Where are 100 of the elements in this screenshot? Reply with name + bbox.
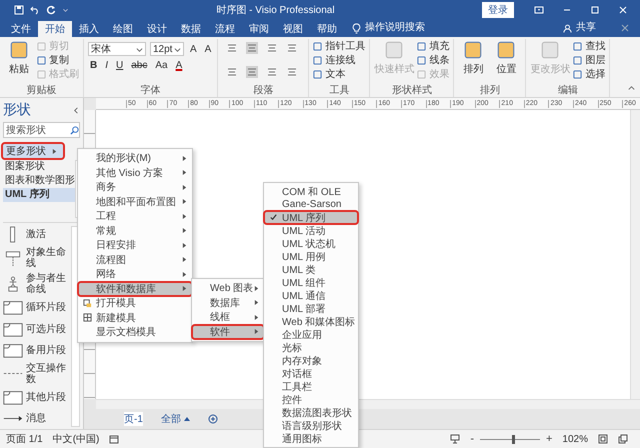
redo-icon[interactable] <box>46 5 56 15</box>
menu-item[interactable]: 软件 <box>192 324 264 339</box>
menu-item[interactable]: 网络 <box>78 267 192 282</box>
menu-item[interactable]: 新建模具 <box>78 310 192 325</box>
fragment-shape-icon[interactable] <box>3 320 23 338</box>
ribbon-tab[interactable]: 流程 <box>208 21 242 37</box>
person-icon[interactable] <box>563 23 572 34</box>
ribbon-button[interactable]: 图层 <box>573 53 606 67</box>
menu-item[interactable]: 显示文档模具 <box>78 325 192 340</box>
font-name-field[interactable]: 宋体 <box>88 42 146 56</box>
ribbon-button[interactable]: 排列 <box>458 39 488 85</box>
ribbon-tab[interactable]: 插入 <box>72 21 106 37</box>
ribbon-tab[interactable]: 审阅 <box>242 21 276 37</box>
format-button[interactable]: A <box>174 60 184 71</box>
menu-item[interactable]: 我的形状(M) <box>78 151 192 166</box>
collapse-icon[interactable] <box>73 106 80 114</box>
align-lines-icon[interactable] <box>246 66 258 78</box>
menu-item[interactable]: Gane-Sarson <box>264 198 358 211</box>
ribbon-display-icon[interactable] <box>534 5 544 15</box>
ribbon-button[interactable]: 文本 <box>313 67 366 81</box>
format-button[interactable]: U <box>114 60 126 71</box>
menu-item[interactable]: 软件和数据库 <box>78 282 192 296</box>
menu-item[interactable]: UML 状态机 <box>264 237 358 250</box>
switch-windows-icon[interactable] <box>618 434 628 444</box>
undo-icon[interactable] <box>30 5 40 15</box>
menu-item[interactable]: UML 用例 <box>264 250 358 263</box>
search-field[interactable]: 搜索形状 <box>3 122 80 138</box>
fit-page-icon[interactable] <box>598 434 608 444</box>
menu-item[interactable]: 打开模具 <box>78 296 192 310</box>
menu-item[interactable]: Web 图表 <box>192 281 264 296</box>
add-page-icon[interactable] <box>208 414 218 424</box>
menu-item[interactable]: 数据库 <box>192 296 264 310</box>
ribbon-button[interactable]: 选择 <box>573 67 606 81</box>
menu-item[interactable]: UML 部署 <box>264 302 358 315</box>
stencil-item[interactable]: UML 序列 <box>3 188 75 202</box>
menu-item[interactable]: COM 和 OLE <box>264 185 358 198</box>
scrollbar[interactable] <box>630 110 640 399</box>
menu-item[interactable]: 企业应用 <box>264 328 358 341</box>
menu-item[interactable]: UML 序列 <box>264 211 358 224</box>
ribbon-tab[interactable]: 数据 <box>174 21 208 37</box>
page-indicator[interactable]: 页面 1/1 <box>6 432 43 446</box>
presentation-icon[interactable] <box>450 434 460 444</box>
format-button[interactable]: Aa <box>153 60 170 71</box>
ribbon-button[interactable]: 查找 <box>573 39 606 53</box>
menu-item[interactable]: UML 活动 <box>264 224 358 237</box>
slider-thumb[interactable] <box>512 434 515 444</box>
menu-item[interactable]: 对话框 <box>264 367 358 380</box>
menu-item[interactable]: UML 组件 <box>264 276 358 289</box>
ribbon-button[interactable]: 指针工具 <box>313 39 366 53</box>
menu-item[interactable]: 日程安排 <box>78 238 192 252</box>
save-icon[interactable] <box>14 5 24 15</box>
zoom-in-button[interactable]: + <box>546 433 552 445</box>
menu-item[interactable]: 控件 <box>264 393 358 406</box>
menu-item[interactable]: 内存对象 <box>264 354 358 367</box>
close-icon[interactable] <box>620 23 630 33</box>
align-lines-icon[interactable] <box>226 42 238 54</box>
page-tab[interactable]: 全部 <box>160 412 190 426</box>
ribbon-button[interactable]: 位置 <box>491 39 522 85</box>
zoom-level[interactable]: 102% <box>562 434 588 444</box>
fragment-shape-icon[interactable] <box>3 299 23 316</box>
lightbulb-icon[interactable] <box>352 23 361 34</box>
ribbon-button[interactable]: 线条 <box>417 53 450 67</box>
ribbon-button[interactable]: 填充 <box>417 39 450 53</box>
menu-item[interactable]: 常规 <box>78 224 192 238</box>
search-icon[interactable] <box>70 126 79 134</box>
format-button[interactable]: abc <box>129 60 150 71</box>
ribbon-tab[interactable]: 绘图 <box>106 21 140 37</box>
menu-item[interactable]: Web 和媒体图标 <box>264 315 358 328</box>
menu-item[interactable]: 商务 <box>78 180 192 194</box>
menu-item[interactable]: 其他 Visio 方案 <box>78 166 192 180</box>
language-indicator[interactable]: 中文(中国) <box>52 432 100 446</box>
align-lines-icon[interactable] <box>286 66 298 78</box>
stencil-item[interactable]: 图表和数学图形 <box>3 174 75 188</box>
lifeline-shape-icon[interactable] <box>3 250 23 267</box>
fragment-shape-icon[interactable] <box>3 388 23 406</box>
menu-item[interactable]: 工程 <box>78 209 192 224</box>
menu-item[interactable]: 数据流图表形状 <box>264 406 358 419</box>
font-size-button[interactable]: A <box>202 44 214 54</box>
align-lines-icon[interactable] <box>226 66 238 78</box>
align-lines-icon[interactable] <box>266 66 278 78</box>
ribbon-tab[interactable]: 视图 <box>276 21 310 37</box>
macro-icon[interactable] <box>109 434 120 444</box>
font-size-button[interactable]: A <box>188 44 199 54</box>
menu-item[interactable]: 语言级别形状 <box>264 419 358 432</box>
menu-item[interactable]: 地图和平面布置图 <box>78 194 192 209</box>
stencil-item[interactable]: 图案形状 <box>3 160 75 174</box>
tell-me-search[interactable]: 操作说明搜索 <box>365 20 425 34</box>
more-shapes-button[interactable]: 更多形状 <box>3 144 63 158</box>
ribbon-button[interactable]: 连接线 <box>313 53 366 67</box>
maximize-icon[interactable] <box>590 5 600 15</box>
align-lines-icon[interactable] <box>286 42 298 54</box>
zoom-out-button[interactable]: - <box>470 433 474 445</box>
menu-item[interactable]: 工具栏 <box>264 380 358 393</box>
menu-item[interactable]: 线框 <box>192 310 264 324</box>
format-button[interactable]: I <box>103 60 110 71</box>
font-size-field[interactable]: 12pt <box>150 42 184 56</box>
format-button[interactable]: B <box>88 60 100 71</box>
align-lines-icon[interactable] <box>246 42 258 54</box>
ribbon-tab[interactable]: 文件 <box>4 21 38 37</box>
ribbon-tab[interactable]: 帮助 <box>310 21 344 37</box>
